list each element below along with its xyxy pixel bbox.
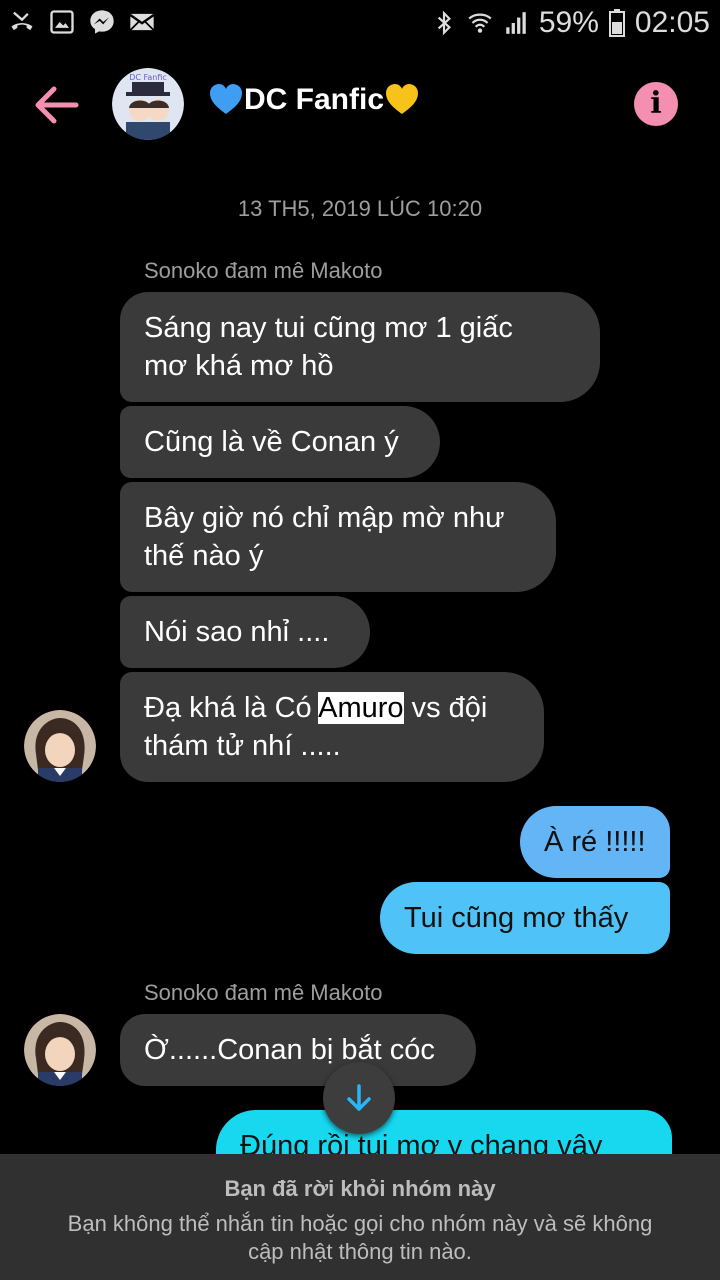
message-text-line: Đạ khá là Có Amuro vs đội — [144, 689, 520, 727]
info-button[interactable]: i — [634, 82, 678, 126]
left-group-notice: Bạn đã rời khỏi nhóm này Bạn không thể n… — [0, 1154, 720, 1280]
message-bubble-incoming[interactable]: Đạ khá là Có Amuro vs đội thám tử nhí ..… — [120, 672, 544, 782]
notification-icons — [8, 8, 156, 36]
message-text: Nói sao nhỉ .... — [144, 616, 330, 648]
bluetooth-icon — [437, 10, 451, 36]
message-bubble-incoming[interactable]: Sáng nay tui cũng mơ 1 giấc mơ khá mơ hồ — [120, 292, 600, 402]
battery-icon — [608, 9, 625, 37]
missed-call-icon — [11, 11, 33, 31]
scroll-to-bottom-button[interactable] — [323, 1062, 395, 1134]
group-title[interactable]: DC Fanfic — [208, 82, 420, 118]
message-text-line: mơ khá mơ hồ — [144, 350, 334, 382]
highlighted-text: Amuro — [318, 692, 404, 724]
message-bubble-incoming[interactable]: Ờ......Conan bị bắt cóc — [120, 1014, 476, 1086]
group-avatar[interactable]: DC Fanfic — [112, 68, 184, 140]
message-text-segment: Đạ khá là Có — [144, 692, 319, 724]
status-bar: 59% 02:05 — [0, 0, 720, 48]
group-title-text: DC Fanfic — [244, 83, 385, 116]
message-text: À ré !!!!! — [544, 826, 646, 858]
message-bubble-incoming[interactable]: Cũng là về Conan ý — [120, 406, 440, 478]
message-bubble-outgoing[interactable]: À ré !!!!! — [520, 806, 670, 878]
message-text: Ờ......Conan bị bắt cóc — [144, 1034, 435, 1066]
sender-name: Sonoko đam mê Makoto — [144, 258, 383, 283]
message-text: Tui cũng mơ thấy — [404, 902, 629, 934]
message-bubble-incoming[interactable]: Nói sao nhỉ .... — [120, 596, 370, 668]
message-timestamp: 13 TH5, 2019 LÚC 10:20 — [237, 196, 483, 221]
message-text-line: Sáng nay tui cũng mơ 1 giấc — [144, 312, 513, 344]
mail-icon — [129, 13, 155, 31]
back-arrow-icon[interactable] — [30, 80, 80, 130]
group-avatar-image: DC Fanfic — [112, 68, 184, 140]
sender-avatar-image — [24, 1014, 96, 1086]
notice-title: Bạn đã rời khỏi nhóm này — [224, 1176, 496, 1201]
avatar-text: DC Fanfic — [129, 73, 167, 82]
arrow-down-icon — [347, 1084, 371, 1111]
info-icon: i — [650, 86, 662, 121]
message-text: Cũng là về Conan ý — [144, 426, 399, 458]
message-text-segment: vs đội — [403, 692, 488, 724]
message-text-line: Bây giờ nó chỉ mập mờ như — [144, 502, 505, 534]
notice-body: Bạn không thể nhắn tin hoặc gọi cho nhóm… — [67, 1211, 653, 1264]
message-bubble-outgoing[interactable]: Tui cũng mơ thấy — [380, 882, 670, 954]
blue-heart-icon — [210, 84, 242, 114]
system-indicators: 59% 02:05 — [431, 6, 710, 40]
conversation-header: DC Fanfic DC Fanfic i — [0, 48, 720, 160]
signal-icon — [506, 12, 526, 34]
sender-avatar[interactable] — [24, 1014, 96, 1086]
clock: 02:05 — [634, 6, 710, 39]
sender-avatar-image — [24, 710, 96, 782]
messenger-icon — [90, 10, 114, 34]
battery-percentage: 59% — [538, 6, 599, 39]
sender-avatar[interactable] — [24, 710, 96, 782]
message-bubble-incoming[interactable]: Bây giờ nó chỉ mập mờ như thế nào ý — [120, 482, 556, 592]
message-text-line: thám tử nhí ..... — [144, 730, 341, 762]
wifi-icon — [468, 13, 492, 33]
gallery-icon — [50, 10, 74, 34]
yellow-heart-icon — [386, 84, 419, 114]
sender-name: Sonoko đam mê Makoto — [144, 980, 383, 1005]
message-text-line: thế nào ý — [144, 540, 264, 572]
